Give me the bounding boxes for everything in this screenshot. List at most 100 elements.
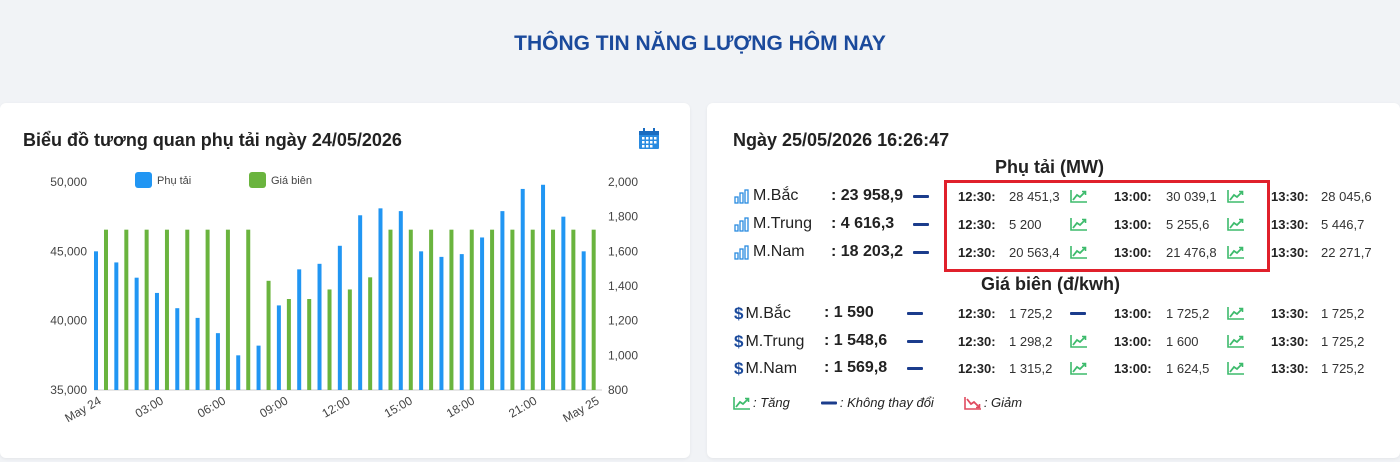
slot-time: 12:30:	[958, 334, 996, 349]
current-value: : 1 590	[824, 304, 874, 321]
x-tick-label: May 24	[62, 393, 103, 425]
load-bar	[134, 277, 139, 390]
current-value: : 23 958,9	[831, 187, 904, 204]
load-bar	[541, 184, 546, 390]
y-left-tick-label: 45,000	[50, 244, 87, 258]
price-bar	[449, 229, 454, 390]
trend-up-icon	[1227, 334, 1247, 350]
price-bar	[266, 280, 271, 390]
slot-time: 12:30:	[958, 306, 996, 321]
trend-down-icon	[964, 396, 981, 410]
dollar-icon: $	[734, 304, 744, 323]
y-right-tick-label: 800	[608, 383, 628, 397]
x-tick-label: 06:00	[195, 393, 228, 420]
current-value: : 1 548,6	[824, 332, 888, 349]
load-bar	[500, 211, 505, 390]
x-tick-label: 15:00	[382, 393, 415, 420]
chart-title: Biểu đồ tương quan phụ tải ngày 24/05/20…	[23, 130, 402, 150]
slot-value: 1 624,5	[1166, 361, 1210, 376]
price-bar	[246, 229, 251, 390]
dollar-icon: $	[734, 359, 744, 378]
x-tick-label: 21:00	[506, 393, 539, 420]
load-bar	[236, 355, 241, 390]
trend-up-icon	[1070, 361, 1090, 377]
legend-down-label: : Giảm	[983, 395, 1023, 410]
slot-time: 13:30:	[1271, 361, 1309, 376]
legend-label: Phụ tải	[157, 175, 191, 187]
price-bar	[307, 299, 312, 390]
trend-flat-icon	[907, 367, 923, 370]
price-bar	[104, 229, 108, 390]
slot-value: 1 600	[1166, 334, 1199, 349]
trend-flat-icon	[907, 312, 923, 315]
region-label: $ M.Nam	[734, 359, 798, 378]
x-tick-label: May 25	[560, 393, 601, 425]
info-card: Ngày 25/05/2026 16:26:47 Phụ tải (MW) Gi…	[707, 103, 1400, 458]
region-label: M.Nam	[734, 243, 805, 261]
load-bar	[297, 269, 302, 390]
legend-up: : Tăng	[733, 395, 790, 410]
load-bar	[520, 188, 525, 390]
y-right-tick-label: 1,400	[608, 279, 638, 293]
legend-down: : Giảm	[964, 395, 1022, 410]
region-label: M.Bắc	[734, 187, 798, 205]
current-value: : 18 203,2	[831, 243, 904, 260]
load-bar	[195, 317, 200, 390]
bar-chart-icon	[734, 245, 749, 260]
slot-value: 1 725,2	[1321, 361, 1365, 376]
price-bar	[347, 289, 352, 390]
slot-time: 13:00:	[1114, 334, 1152, 349]
load-bar	[581, 251, 586, 390]
chart-card: Biểu đồ tương quan phụ tải ngày 24/05/20…	[0, 103, 690, 458]
region-label: M.Trung	[734, 215, 812, 233]
current-value: : 4 616,3	[831, 215, 895, 232]
legend-swatch	[249, 172, 266, 188]
legend-up-label: : Tăng	[753, 395, 790, 410]
trend-flat-icon	[820, 401, 837, 404]
price-bar	[429, 229, 434, 390]
load-bar	[398, 211, 403, 390]
price-bar	[225, 229, 230, 390]
bar-chart-icon	[734, 189, 749, 204]
trend-up-icon	[1070, 334, 1090, 350]
load-bar	[276, 305, 281, 390]
slot-value: 1 725,2	[1166, 306, 1210, 321]
y-right-tick-label: 1,000	[608, 348, 638, 362]
price-bar	[408, 229, 413, 390]
slot-value: 1 315,2	[1009, 361, 1053, 376]
slot-time: 13:30:	[1271, 189, 1309, 204]
load-bar	[215, 333, 220, 390]
y-right-tick-label: 1,600	[608, 244, 638, 258]
price-bar	[185, 229, 190, 390]
x-tick-label: 12:00	[319, 393, 352, 420]
dollar-icon: $	[734, 332, 744, 351]
price-row: $ M.Trung: 1 548,6 12:30: 1 298,2 13:00: 1 60…	[707, 330, 1400, 354]
load-section-title: Phụ tải (MW)	[995, 157, 1104, 177]
load-bar	[480, 237, 485, 390]
legend-label: Giá biên	[271, 175, 312, 187]
load-bar	[378, 208, 383, 390]
y-left-tick-label: 35,000	[50, 383, 87, 397]
load-bar	[154, 292, 159, 390]
slot-value: 1 725,2	[1009, 306, 1053, 321]
trend-flat-icon	[907, 340, 923, 343]
price-bar	[368, 277, 373, 390]
slot-time: 13:00:	[1114, 306, 1152, 321]
bar-chart-icon	[734, 217, 749, 232]
price-bar	[551, 229, 556, 390]
trend-flat-icon	[913, 223, 929, 226]
price-bar	[124, 229, 129, 390]
y-left-tick-label: 40,000	[50, 314, 87, 328]
slot-time: 13:30:	[1271, 334, 1309, 349]
calendar-icon[interactable]	[638, 128, 660, 150]
load-price-chart: 35,000 40,000 45,000 50,000 800 1,000 1,200 1,4…	[50, 172, 638, 425]
x-tick-label: 03:00	[133, 393, 166, 420]
x-tick-label: 09:00	[257, 393, 290, 420]
y-right-tick-label: 1,800	[608, 210, 638, 224]
load-bar	[439, 256, 444, 390]
slot-time: 12:30:	[958, 361, 996, 376]
highlight-box	[944, 180, 1270, 272]
trend-flat-icon	[913, 251, 929, 254]
slot-value: 28 045,6	[1321, 189, 1372, 204]
load-bar	[337, 245, 342, 390]
